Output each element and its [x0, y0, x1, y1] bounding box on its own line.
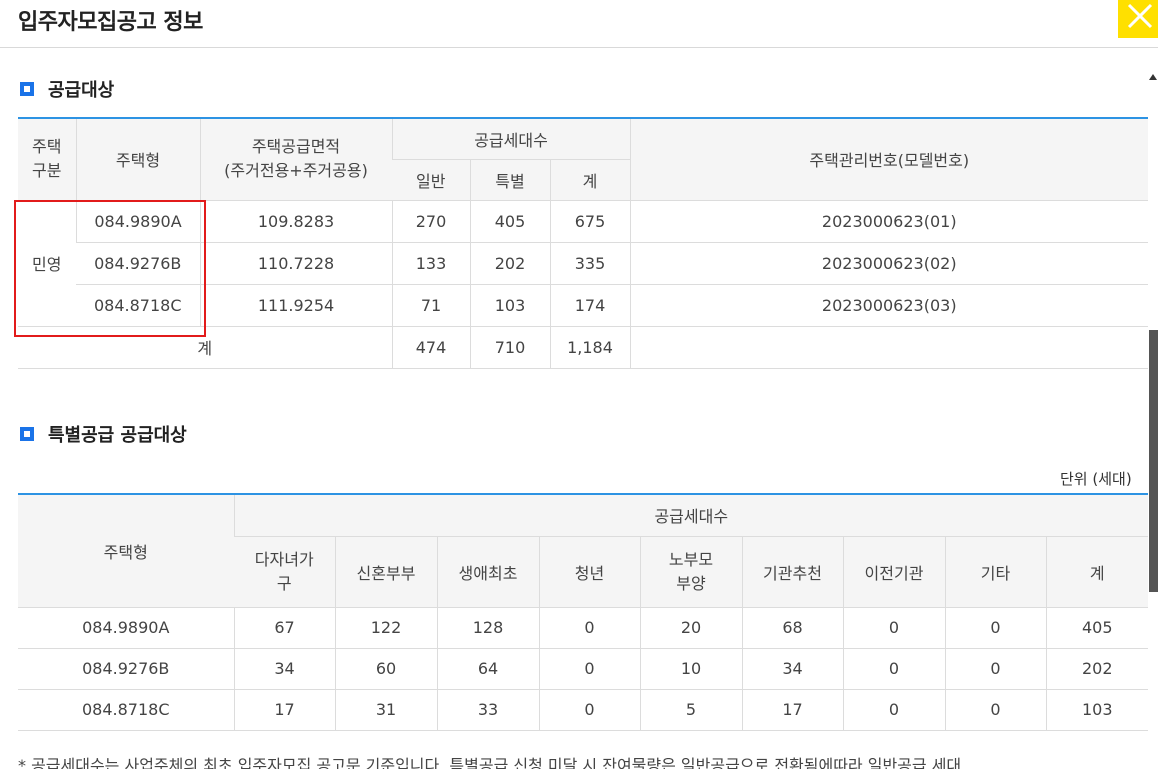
header-total: 계 — [549, 159, 630, 201]
table-row: 084.8718C 17 31 33 0 5 17 0 0 103 — [18, 689, 1148, 731]
cell-value: 122 — [334, 607, 437, 649]
special-supply-table: 주택형 공급세대수 다자녀가 구 신혼부부 생애최초 청년 노부모 부양 기관추… — [18, 493, 1148, 731]
highlight-box — [14, 200, 206, 337]
cell-value: 0 — [944, 648, 1046, 690]
scrollbar-thumb[interactable] — [1149, 330, 1158, 592]
square-bullet-icon — [20, 427, 34, 441]
unit-label: 단위 (세대) — [1060, 470, 1132, 488]
header-col: 생애최초 — [436, 536, 539, 608]
cell-special: 405 — [469, 200, 550, 243]
cell-general: 71 — [391, 284, 470, 327]
cell-value: 202 — [1045, 648, 1148, 690]
cell-value: 33 — [436, 689, 539, 731]
cell-value: 0 — [944, 689, 1046, 731]
cell-value: 68 — [741, 607, 843, 649]
sum-empty — [629, 326, 1148, 369]
section-title-text: 특별공급 공급대상 — [48, 425, 187, 446]
close-icon — [1127, 3, 1153, 29]
modal-title: 입주자모집공고 정보 — [18, 10, 203, 35]
sum-total: 1,184 — [549, 326, 630, 369]
cell-value: 64 — [436, 648, 539, 690]
header-col: 계 — [1045, 536, 1148, 608]
header-col: 다자녀가 구 — [234, 536, 335, 608]
header-area: 주택공급면적 (주거전용+주거공용) — [199, 118, 392, 201]
cell-mgmt-no: 2023000623(01) — [629, 200, 1148, 243]
cell-value: 0 — [538, 607, 640, 649]
cell-value: 0 — [842, 689, 945, 731]
close-button[interactable] — [1118, 0, 1158, 38]
header-col: 청년 — [538, 536, 640, 608]
cell-value: 0 — [842, 607, 945, 649]
cell-value: 0 — [842, 648, 945, 690]
header-type-div: 주택 구분 — [18, 118, 76, 201]
cell-general: 133 — [391, 242, 470, 285]
cell-house-type: 084.9890A — [18, 607, 234, 649]
cell-house-type: 084.8718C — [18, 689, 234, 731]
header-special: 특별 — [469, 159, 550, 201]
cell-value: 17 — [741, 689, 843, 731]
cell-value: 20 — [639, 607, 742, 649]
cell-general: 270 — [391, 200, 470, 243]
header-col: 신혼부부 — [334, 536, 437, 608]
cell-value: 405 — [1045, 607, 1148, 649]
header-col: 이전기관 — [842, 536, 945, 608]
header-col: 노부모 부양 — [639, 536, 742, 608]
cell-total: 174 — [549, 284, 630, 327]
cell-value: 17 — [233, 689, 335, 731]
cell-special: 202 — [469, 242, 550, 285]
table-row: 084.9276B 34 60 64 0 10 34 0 0 202 — [18, 648, 1148, 690]
square-bullet-icon — [20, 82, 34, 96]
cell-house-type: 084.9276B — [18, 648, 234, 690]
section-title-special: 특별공급 공급대상 — [20, 421, 187, 447]
cell-value: 0 — [538, 689, 640, 731]
header-house-type: 주택형 — [75, 118, 200, 201]
cell-value: 60 — [334, 648, 437, 690]
cell-special: 103 — [469, 284, 550, 327]
footnote: * 공급세대수는 사업주체의 최초 입주자모집 공고문 기준입니다. 특별공급 … — [18, 756, 962, 769]
modal-header: 입주자모집공고 정보 — [0, 0, 1158, 48]
cell-value: 128 — [436, 607, 539, 649]
scroll-up-arrow-icon[interactable] — [1148, 72, 1158, 82]
cell-value: 31 — [334, 689, 437, 731]
cell-mgmt-no: 2023000623(03) — [629, 284, 1148, 327]
header-units: 공급세대수 — [391, 118, 630, 160]
cell-value: 34 — [233, 648, 335, 690]
cell-area: 111.9254 — [199, 284, 392, 327]
header-house-type: 주택형 — [18, 494, 234, 608]
sum-general: 474 — [391, 326, 470, 369]
cell-value: 34 — [741, 648, 843, 690]
cell-value: 0 — [944, 607, 1046, 649]
header-col: 기관추천 — [741, 536, 843, 608]
header-col: 기타 — [944, 536, 1046, 608]
header-units: 공급세대수 — [233, 494, 1148, 537]
sum-special: 710 — [469, 326, 550, 369]
cell-total: 675 — [549, 200, 630, 243]
cell-value: 0 — [538, 648, 640, 690]
section-title-text: 공급대상 — [48, 80, 115, 101]
cell-value: 5 — [639, 689, 742, 731]
cell-total: 335 — [549, 242, 630, 285]
header-general: 일반 — [392, 159, 470, 201]
cell-area: 109.8283 — [199, 200, 392, 243]
cell-mgmt-no: 2023000623(02) — [629, 242, 1148, 285]
cell-value: 67 — [233, 607, 335, 649]
cell-value: 103 — [1045, 689, 1148, 731]
cell-value: 10 — [639, 648, 742, 690]
header-mgmt-no: 주택관리번호(모델번호) — [629, 118, 1148, 201]
cell-area: 110.7228 — [199, 242, 392, 285]
table-row: 084.9890A 67 122 128 0 20 68 0 0 405 — [18, 607, 1148, 649]
section-title-supply: 공급대상 — [20, 76, 114, 102]
